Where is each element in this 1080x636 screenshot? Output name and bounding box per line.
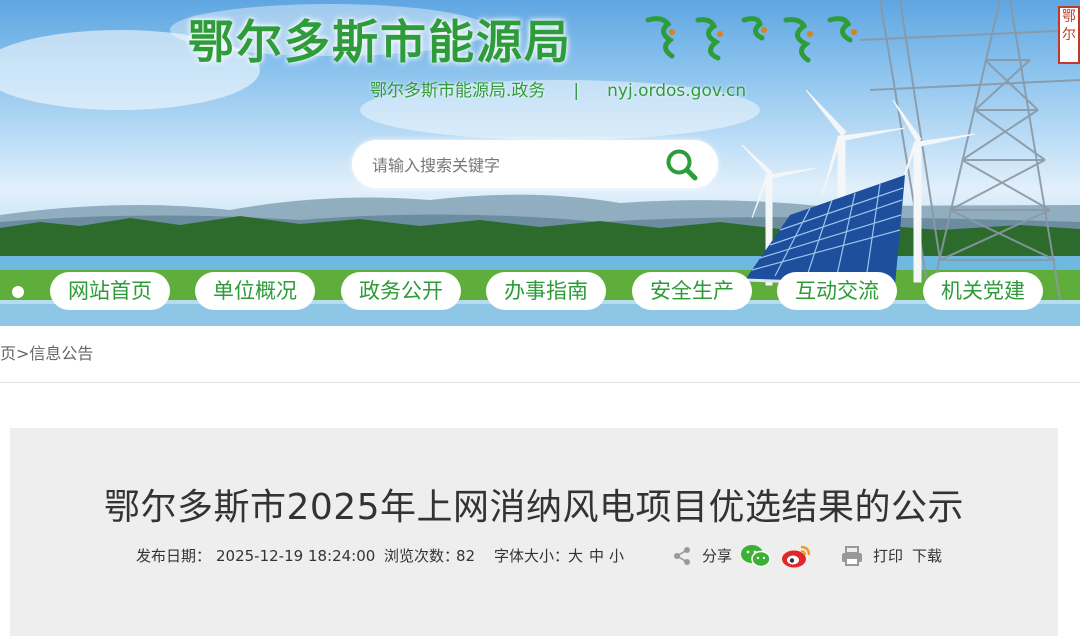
logo-seal: 鄂尔 [1058,6,1080,64]
publish-date-label: 发布日期： [136,547,212,565]
font-size-medium[interactable]: 中 [589,543,604,569]
share-icon [674,547,690,565]
nav-bullet-icon [12,286,24,298]
nav-item-public-affairs[interactable]: 政务公开 [341,272,461,310]
nav-item-overview[interactable]: 单位概况 [195,272,315,310]
search-icon [666,149,698,181]
download-button[interactable]: 下载 [912,543,942,569]
font-size-small[interactable]: 小 [609,543,624,569]
breadcrumb: 首页>信息公告 [0,326,1080,383]
publish-date: 2025-12-19 18:24:00 [216,547,376,565]
article-title: 鄂尔多斯市2025年上网消纳风电项目优选结果的公示 [103,487,965,528]
views-label: 浏览次数： [384,547,460,565]
search-input[interactable] [370,140,654,190]
article-header: 鄂尔多斯市2025年上网消纳风电项目优选结果的公示 发布日期： 2025-12-… [10,428,1058,636]
weibo-share-icon[interactable] [780,543,812,569]
search-button[interactable] [662,146,702,182]
wechat-share-icon[interactable] [740,543,772,569]
mongolian-script-logo [645,16,857,63]
nav-item-interaction[interactable]: 互动交流 [777,272,897,310]
font-size-label: 字体大小： [494,547,570,565]
header-banner: 鄂尔多斯市能源局 鄂尔 鄂尔多斯市能源局.政务 | nyj.ordos.gov.cn… [0,0,1080,326]
site-title: 鄂尔多斯市能源局 [188,15,572,69]
font-size-large[interactable]: 大 [568,543,583,569]
nav-item-party-building[interactable]: 机关党建 [923,272,1043,310]
site-subtitle: 鄂尔多斯市能源局.政务 | nyj.ordos.gov.cn [370,76,746,101]
views-count: 82 [456,547,476,565]
print-icon[interactable] [840,543,864,569]
nav-item-home[interactable]: 网站首页 [50,272,170,310]
breadcrumb-separator: > [16,344,30,363]
breadcrumb-home-link[interactable]: 首页 [0,326,16,382]
nav-item-safety[interactable]: 安全生产 [632,272,752,310]
breadcrumb-current[interactable]: 信息公告 [29,326,93,382]
nav-item-service-guide[interactable]: 办事指南 [486,272,606,310]
subtitle-separator: | [573,81,580,101]
search-box [352,140,718,190]
site-domain: nyj.ordos.gov.cn [607,81,747,101]
share-label: 分享 [702,547,733,565]
print-button[interactable]: 打印 [873,543,903,569]
site-subtitle-name: 鄂尔多斯市能源局.政务 [370,81,546,101]
